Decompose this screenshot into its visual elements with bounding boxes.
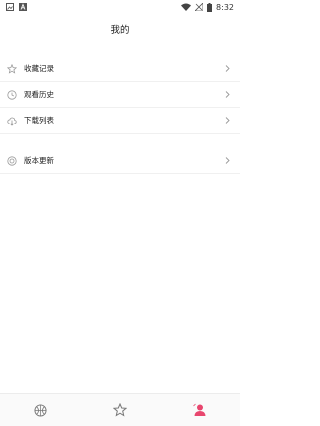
version-update-item[interactable]: 版本更新 [0,148,240,174]
battery-icon [207,2,213,12]
image-notification-icon [6,3,14,11]
tab-home[interactable] [0,394,80,426]
no-signal-icon [195,3,204,11]
status-bar: 8:32 [0,0,240,14]
page-title: 我的 [110,25,130,36]
history-label: 观看历史 [24,90,54,99]
bottom-nav [0,393,240,426]
star-icon [113,403,127,417]
status-time: 8:32 [216,2,234,12]
chevron-right-icon [225,65,230,72]
chevron-right-icon [225,117,230,124]
cloud-download-icon [7,116,17,126]
history-item[interactable]: 观看历史 [0,82,240,108]
tab-profile[interactable] [160,394,240,426]
basketball-icon [33,403,47,417]
chevron-right-icon [225,157,230,164]
menu-list: 收藏记录 观看历史 下载列表 [0,56,240,134]
tab-favorites[interactable] [80,394,160,426]
settings-list: 版本更新 [0,148,240,174]
chevron-right-icon [225,91,230,98]
version-update-label: 版本更新 [24,156,54,165]
wifi-icon [181,3,192,11]
update-icon [7,155,17,166]
font-notification-icon [19,3,27,11]
downloads-item[interactable]: 下载列表 [0,108,240,134]
downloads-label: 下载列表 [24,116,54,125]
clock-icon [7,89,17,100]
star-icon [7,63,17,74]
favorites-label: 收藏记录 [24,64,54,73]
favorites-item[interactable]: 收藏记录 [0,56,240,82]
profile-icon [193,403,206,416]
